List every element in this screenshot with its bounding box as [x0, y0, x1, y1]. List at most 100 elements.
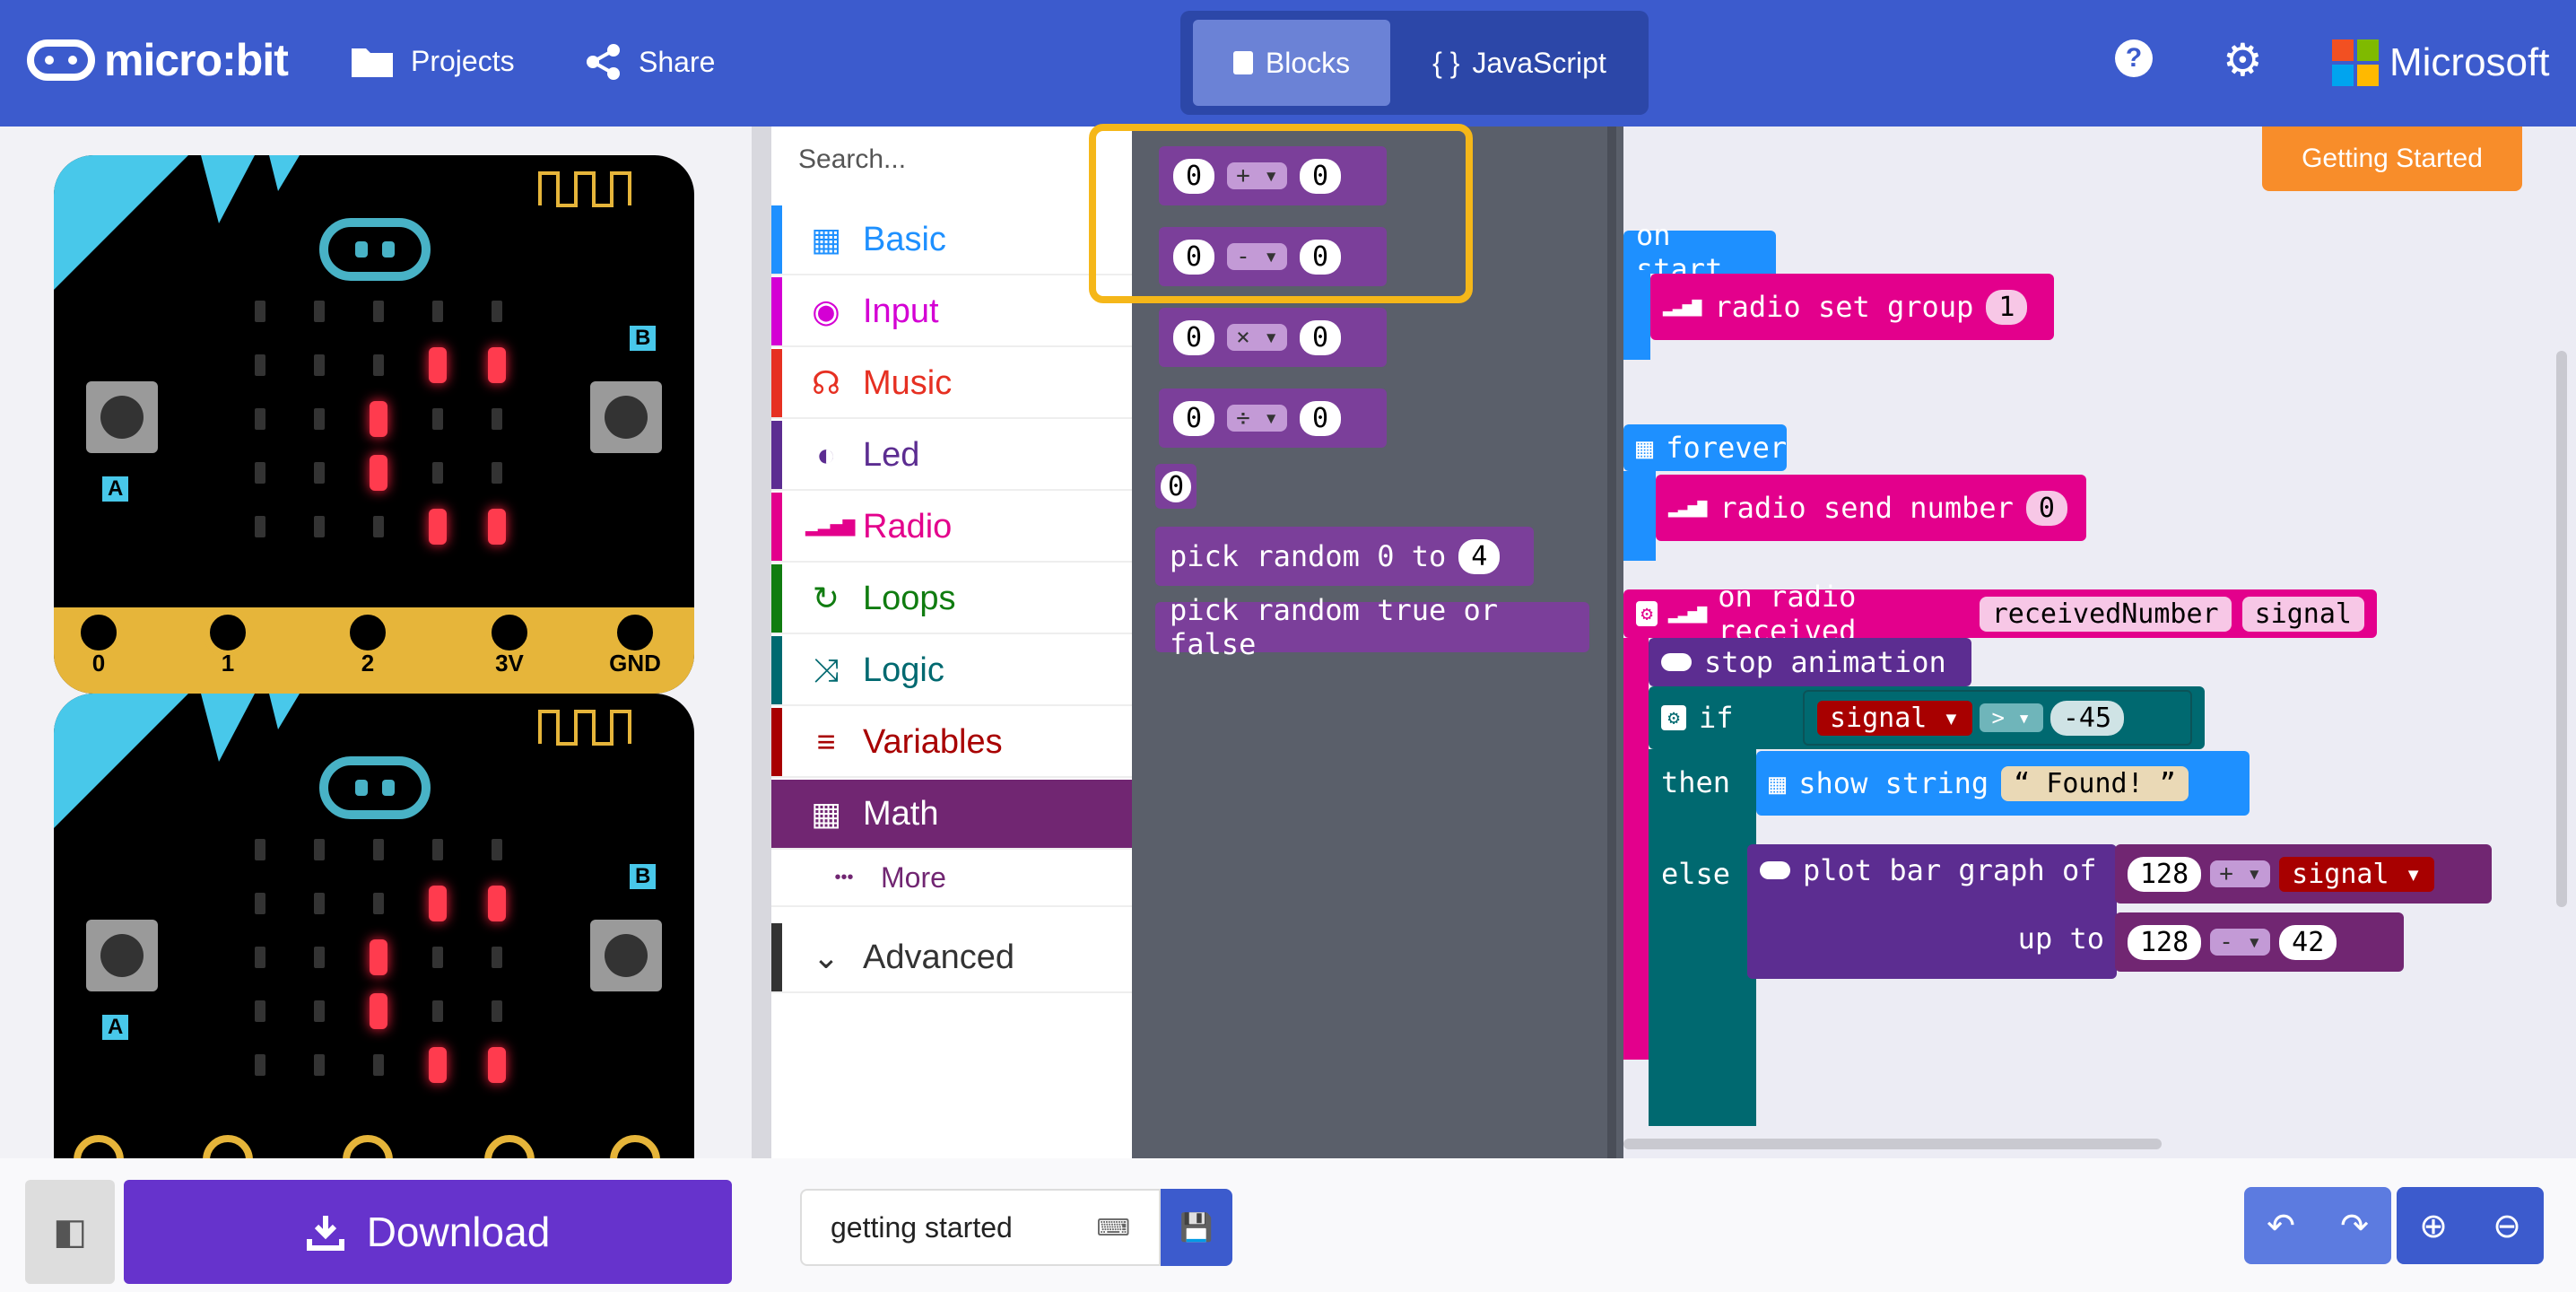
- microsoft-logo[interactable]: Microsoft: [2332, 39, 2549, 86]
- projects-button[interactable]: Projects: [350, 43, 515, 79]
- settings-icon[interactable]: ⚙: [1636, 601, 1658, 626]
- param-signal[interactable]: signal: [2241, 596, 2364, 632]
- comparison-block[interactable]: signal ▾ > ▾ -45: [1803, 690, 2192, 746]
- pin-1[interactable]: [203, 1135, 253, 1160]
- operand[interactable]: 42: [2279, 924, 2337, 960]
- category-math[interactable]: ▦ Math: [771, 780, 1132, 850]
- save-button[interactable]: 💾: [1161, 1189, 1232, 1266]
- string-value[interactable]: “ Found! ”: [2001, 765, 2189, 801]
- radio-set-group-block[interactable]: ▂▃▅▇ radio set group 1: [1650, 274, 2054, 340]
- plot-bar-graph-block[interactable]: plot bar graph of up to: [1747, 844, 2117, 979]
- operand[interactable]: 0: [1173, 400, 1215, 436]
- threshold-value[interactable]: -45: [2049, 700, 2125, 736]
- microsoft-label: Microsoft: [2389, 40, 2550, 84]
- download-label: Download: [366, 1209, 551, 1255]
- block-label: show string: [1798, 766, 1989, 800]
- workspace-horizontal-scrollbar[interactable]: [1623, 1139, 2162, 1149]
- pick-random-block[interactable]: pick random 0 to 4: [1155, 527, 1534, 586]
- operand[interactable]: 0: [1300, 319, 1342, 355]
- settings-icon[interactable]: ⚙: [1661, 705, 1686, 730]
- microbit-simulator-top[interactable]: A B 0 1 2 3V GND: [54, 155, 694, 694]
- forever-block[interactable]: ▦ forever: [1623, 424, 1787, 471]
- on-start-block[interactable]: on start: [1623, 218, 1776, 286]
- share-button[interactable]: Share: [585, 43, 715, 81]
- led-on: [488, 886, 506, 921]
- on-radio-received-block[interactable]: ⚙ ▂▃▅▇ on radio received receivedNumber sign…: [1623, 580, 2377, 648]
- stop-animation-block[interactable]: stop animation: [1649, 638, 1971, 686]
- operand[interactable]: 128: [2128, 856, 2202, 892]
- operator-dropdown[interactable]: - ▾: [2210, 929, 2271, 956]
- category-more[interactable]: ••• More: [771, 850, 1132, 907]
- projects-label: Projects: [411, 44, 515, 77]
- operand[interactable]: 0: [1173, 319, 1215, 355]
- led-on: [429, 509, 447, 545]
- category-advanced[interactable]: ⌄ Advanced: [771, 923, 1132, 993]
- signal-variable-dropdown[interactable]: signal ▾: [2279, 856, 2434, 892]
- flyout-scrollbar[interactable]: [1607, 127, 1616, 1158]
- undo-button[interactable]: ↶: [2244, 1187, 2318, 1264]
- number-value[interactable]: 0: [1161, 470, 1192, 502]
- getting-started-button[interactable]: Getting Started: [2262, 127, 2522, 191]
- zoom-out-button[interactable]: ⊖: [2470, 1187, 2544, 1264]
- category-variables[interactable]: ≡ Variables: [771, 708, 1132, 778]
- category-label: Music: [863, 363, 953, 402]
- radio-send-number-block[interactable]: ▂▃▅▇ radio send number 0: [1656, 475, 2086, 541]
- zoom-in-button[interactable]: ⊕: [2397, 1187, 2470, 1264]
- project-name-input[interactable]: getting started ⌨: [800, 1189, 1161, 1266]
- toolbox-search-input[interactable]: Search...: [798, 144, 906, 175]
- led-on: [370, 455, 387, 491]
- operator-dropdown[interactable]: + ▾: [2210, 860, 2271, 887]
- block-label: stop animation: [1704, 645, 1946, 679]
- operator-dropdown[interactable]: ÷ ▾: [1227, 405, 1288, 432]
- add-expression-block[interactable]: 128 + ▾ signal ▾: [2115, 844, 2492, 904]
- category-radio[interactable]: ▂▃▅▇ Radio: [771, 493, 1132, 563]
- operand[interactable]: 128: [2128, 924, 2202, 960]
- microbit-logo[interactable]: micro:bit: [27, 34, 289, 86]
- grid-icon: ▦: [1636, 431, 1654, 465]
- random-max-value[interactable]: 4: [1458, 538, 1501, 574]
- show-string-block[interactable]: ▦ show string “ Found! ”: [1756, 751, 2250, 816]
- pin-3v[interactable]: [484, 1135, 535, 1160]
- category-input[interactable]: ◉ Input: [771, 277, 1132, 347]
- pick-random-bool-block[interactable]: pick random true or false: [1155, 593, 1589, 661]
- javascript-mode-button[interactable]: { } JavaScript: [1403, 20, 1636, 106]
- category-led[interactable]: ◐ Led: [771, 421, 1132, 491]
- operator-dropdown[interactable]: > ▾: [1979, 703, 2043, 732]
- subtract-expression-block[interactable]: 128 - ▾ 42: [2115, 912, 2404, 972]
- button-a[interactable]: [86, 381, 158, 453]
- collapse-simulator-button[interactable]: ◧: [25, 1180, 115, 1284]
- blocks-mode-button[interactable]: Blocks: [1193, 20, 1390, 106]
- group-value[interactable]: 1: [1986, 289, 2028, 325]
- pin-gnd[interactable]: [610, 1135, 660, 1160]
- number-block[interactable]: 0: [1155, 464, 1197, 509]
- led: [314, 893, 325, 914]
- signal-variable-dropdown[interactable]: signal ▾: [1817, 700, 1972, 736]
- multiply-block[interactable]: 0 × ▾ 0: [1159, 308, 1387, 367]
- operator-dropdown[interactable]: × ▾: [1227, 324, 1288, 351]
- button-a[interactable]: [86, 920, 158, 991]
- operand[interactable]: 0: [1300, 400, 1342, 436]
- category-music[interactable]: ☊ Music: [771, 349, 1132, 419]
- help-button[interactable]: ?: [2115, 39, 2153, 77]
- button-b[interactable]: [590, 381, 662, 453]
- divide-block[interactable]: 0 ÷ ▾ 0: [1159, 388, 1387, 448]
- settings-button[interactable]: ⚙: [2223, 34, 2263, 86]
- simulator-scrollbar[interactable]: [752, 127, 771, 1158]
- category-loops[interactable]: ↻ Loops: [771, 564, 1132, 634]
- download-button[interactable]: Download: [124, 1180, 732, 1284]
- redo-button[interactable]: ↷: [2318, 1187, 2391, 1264]
- pin-0[interactable]: [74, 1135, 124, 1160]
- button-b[interactable]: [590, 920, 662, 991]
- pin-2[interactable]: [343, 1135, 393, 1160]
- toggle-icon: [1760, 861, 1790, 879]
- category-logic[interactable]: ⤨ Logic: [771, 636, 1132, 706]
- led: [373, 301, 384, 322]
- category-basic[interactable]: ▦ Basic: [771, 205, 1132, 275]
- microbit-simulator-bottom[interactable]: A B: [54, 694, 694, 1160]
- blocks-workspace[interactable]: on start ▂▃▅▇ radio set group 1 ▦ forever ▂…: [1623, 127, 2576, 1158]
- send-value[interactable]: 0: [2025, 490, 2067, 526]
- workspace-vertical-scrollbar[interactable]: [2556, 351, 2567, 907]
- param-received-number[interactable]: receivedNumber: [1979, 596, 2232, 632]
- category-label: Loops: [863, 579, 956, 617]
- forever-body: [1623, 471, 1656, 561]
